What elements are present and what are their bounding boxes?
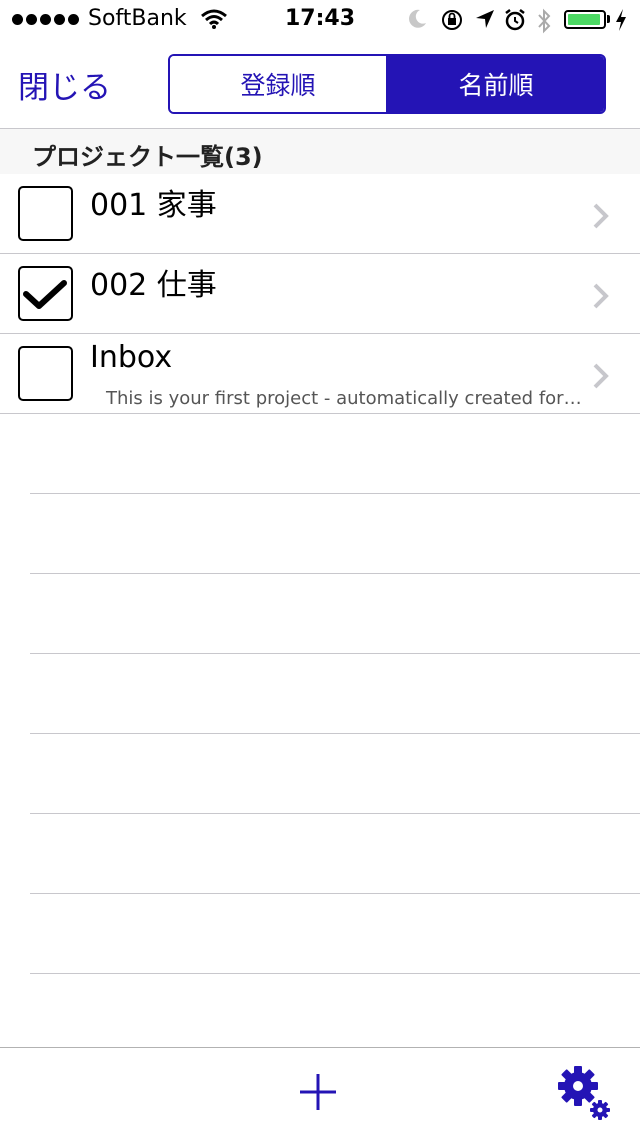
moon-icon (409, 9, 426, 28)
empty-row-separator (30, 973, 640, 974)
empty-row-separator (30, 573, 640, 574)
settings-gears-icon[interactable] (554, 1064, 614, 1122)
empty-row-separator (30, 493, 640, 494)
location-arrow-icon (476, 10, 494, 28)
project-title: 001 家事 (90, 188, 217, 223)
status-bar: SoftBank 17:43 (0, 0, 640, 40)
battery-icon (564, 10, 606, 29)
project-checkbox[interactable] (18, 266, 73, 321)
plus-icon[interactable] (298, 1072, 338, 1112)
bluetooth-icon (538, 8, 551, 34)
section-title: プロジェクト一覧(3) (32, 143, 263, 171)
bottom-toolbar (0, 1047, 640, 1137)
chevron-right-icon (593, 203, 609, 229)
battery-tip (607, 15, 610, 23)
segment-name-order[interactable]: 名前順 (388, 56, 604, 112)
checkmark-icon (23, 280, 67, 309)
battery-level (568, 14, 601, 25)
navigation-bar: 閉じる 登録順 名前順 (0, 40, 640, 129)
project-row[interactable]: Inbox This is your first project - autom… (0, 334, 640, 414)
chevron-right-icon (593, 363, 609, 389)
project-title: 002 仕事 (90, 268, 217, 303)
project-checkbox[interactable] (18, 186, 73, 241)
empty-row-separator (30, 733, 640, 734)
charging-bolt-icon (616, 9, 626, 31)
chevron-right-icon (593, 283, 609, 309)
rotation-lock-icon (442, 10, 462, 30)
empty-row-separator (30, 653, 640, 654)
project-title: Inbox (90, 340, 173, 375)
sort-segmented-control: 登録順 名前順 (168, 54, 606, 114)
section-header: プロジェクト一覧(3) (0, 129, 640, 174)
close-button[interactable]: 閉じる (18, 62, 111, 107)
empty-row-separator (30, 893, 640, 894)
project-description: This is your first project - automatical… (106, 388, 582, 409)
project-row[interactable]: 002 仕事 (0, 254, 640, 334)
empty-row-separator (30, 813, 640, 814)
project-row[interactable]: 001 家事 (0, 174, 640, 254)
project-checkbox[interactable] (18, 346, 73, 401)
segment-registration-order[interactable]: 登録順 (170, 56, 388, 112)
alarm-icon (505, 9, 525, 31)
